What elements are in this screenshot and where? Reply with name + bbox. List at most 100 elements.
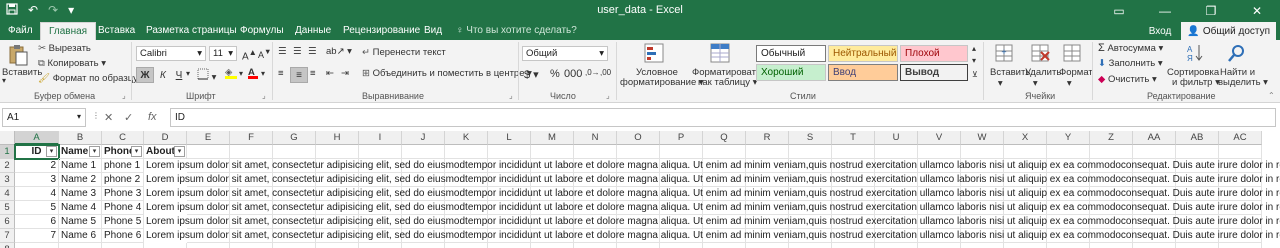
column-header-ac[interactable]: AC <box>1219 131 1262 145</box>
empty-cell[interactable] <box>531 145 574 159</box>
close-icon[interactable]: ✕ <box>1234 0 1280 22</box>
empty-cell[interactable] <box>918 243 961 248</box>
column-header-e[interactable]: E <box>187 131 230 145</box>
empty-cell[interactable] <box>102 243 144 248</box>
empty-cell[interactable] <box>1176 145 1219 159</box>
about-cell[interactable]: Lorem ipsum dolor sit amet, consectetur … <box>146 187 1280 201</box>
about-cell[interactable]: Lorem ipsum dolor sit amet, consectetur … <box>146 201 1280 215</box>
id-cell[interactable]: 6 <box>15 215 59 229</box>
column-header-x[interactable]: X <box>1004 131 1047 145</box>
name-cell[interactable]: Name 3 <box>59 187 102 201</box>
row-header-3[interactable]: 3 <box>0 173 15 187</box>
align-center-icon[interactable]: ≡ <box>290 67 308 83</box>
font-name-select[interactable]: Calibri ▾ <box>136 46 206 61</box>
column-header-q[interactable]: Q <box>703 131 746 145</box>
column-header-w[interactable]: W <box>961 131 1004 145</box>
tab-file[interactable]: Файл <box>8 25 33 36</box>
empty-cell[interactable] <box>531 243 574 248</box>
number-launcher-icon[interactable]: ⌟ <box>606 91 610 100</box>
empty-cell[interactable] <box>617 243 660 248</box>
merge-center-button[interactable]: ⊞ Объединить и поместить в центре ▾ <box>362 68 532 79</box>
empty-cell[interactable] <box>402 243 445 248</box>
number-format-select[interactable]: Общий ▾ <box>522 46 608 61</box>
paste-label[interactable]: Вставить <box>2 67 42 78</box>
about-cell[interactable]: Lorem ipsum dolor sit amet, consectetur … <box>146 159 1280 173</box>
tab-page-layout[interactable]: Разметка страницы <box>146 25 237 36</box>
name-cell[interactable]: Name 1 <box>59 159 102 173</box>
format-table-icon[interactable] <box>710 43 730 66</box>
orientation-icon[interactable]: ab↗ ▾ <box>326 46 352 57</box>
row-header-2[interactable]: 2 <box>0 159 15 173</box>
cancel-icon[interactable]: ✕ <box>104 111 113 124</box>
percent-icon[interactable]: % <box>550 68 560 80</box>
font-color-dropdown-icon[interactable]: ▾ <box>261 69 265 78</box>
phone-cell[interactable]: Phone 5 <box>102 215 144 229</box>
font-launcher-icon[interactable]: ⌟ <box>262 91 266 100</box>
empty-cell[interactable] <box>316 145 359 159</box>
empty-cell[interactable] <box>230 243 273 248</box>
decrease-decimal-icon[interactable]: ,00 <box>600 68 611 77</box>
tab-home[interactable]: Главная <box>40 22 97 40</box>
find-select-icon[interactable] <box>1226 43 1246 66</box>
find-select-label[interactable]: выделить ▾ <box>1218 77 1268 88</box>
empty-cell[interactable] <box>918 145 961 159</box>
name-cell[interactable]: Name 2 <box>59 173 102 187</box>
cut-button[interactable]: ✂ Вырезать <box>38 43 91 54</box>
column-header-aa[interactable]: AA <box>1133 131 1176 145</box>
wrap-text-button[interactable]: ↵ Перенести текст <box>362 47 446 58</box>
format-table-label[interactable]: как таблицу ▾ <box>698 77 757 88</box>
cell-d1[interactable]: About ▾ <box>144 145 187 159</box>
font-size-select[interactable]: 11 ▾ <box>209 46 237 61</box>
empty-cell[interactable] <box>789 145 832 159</box>
empty-cell[interactable] <box>359 243 402 248</box>
tab-review[interactable]: Рецензирование <box>343 25 420 36</box>
sort-filter-icon[interactable]: AЯ <box>1185 43 1205 66</box>
empty-cell[interactable] <box>1047 145 1090 159</box>
phone-cell[interactable]: Phone 4 <box>102 201 144 215</box>
column-header-d[interactable]: D <box>144 131 187 145</box>
column-header-f[interactable]: F <box>230 131 273 145</box>
sort-filter-label[interactable]: и фильтр ▾ <box>1172 77 1220 88</box>
column-header-t[interactable]: T <box>832 131 875 145</box>
about-cell[interactable]: Lorem ipsum dolor sit amet, consectetur … <box>146 229 1280 243</box>
column-header-v[interactable]: V <box>918 131 961 145</box>
conditional-format-icon[interactable] <box>644 43 664 66</box>
empty-cell[interactable] <box>488 145 531 159</box>
minimize-icon[interactable]: — <box>1142 0 1188 22</box>
grow-font-icon[interactable]: A▲ <box>242 47 257 62</box>
empty-cell[interactable] <box>187 145 230 159</box>
style-neutral[interactable]: Нейтральный <box>828 45 898 62</box>
column-header-s[interactable]: S <box>789 131 832 145</box>
name-cell[interactable]: Name 4 <box>59 201 102 215</box>
empty-cell[interactable] <box>445 243 488 248</box>
empty-cell[interactable] <box>660 145 703 159</box>
decrease-indent-icon[interactable]: ⇤ <box>326 68 334 79</box>
empty-cell[interactable] <box>832 145 875 159</box>
row-header-5[interactable]: 5 <box>0 201 15 215</box>
empty-cell[interactable] <box>617 145 660 159</box>
fill-color-icon[interactable]: ◈ <box>225 67 237 79</box>
column-header-p[interactable]: P <box>660 131 703 145</box>
empty-cell[interactable] <box>144 243 187 248</box>
empty-cell[interactable] <box>488 243 531 248</box>
column-header-n[interactable]: N <box>574 131 617 145</box>
font-color-icon[interactable]: A <box>248 67 258 79</box>
fill-button[interactable]: ⬇ Заполнить ▾ <box>1098 58 1163 69</box>
align-left-icon[interactable]: ≡ <box>278 68 284 79</box>
empty-cell[interactable] <box>1004 145 1047 159</box>
column-header-l[interactable]: L <box>488 131 531 145</box>
row-header-6[interactable]: 6 <box>0 215 15 229</box>
align-bottom-icon[interactable]: ☰ <box>308 46 317 57</box>
clipboard-launcher-icon[interactable]: ⌟ <box>122 91 126 100</box>
cell-c1[interactable]: Phone ▾ <box>102 145 144 159</box>
empty-cell[interactable] <box>1133 145 1176 159</box>
currency-icon[interactable]: $ ▾ <box>524 68 539 81</box>
column-header-u[interactable]: U <box>875 131 918 145</box>
filter-dropdown-icon[interactable]: ▾ <box>131 146 142 157</box>
formula-input[interactable]: ID <box>170 108 1276 127</box>
id-cell[interactable]: 4 <box>15 187 59 201</box>
increase-decimal-icon[interactable]: ,0→ <box>585 68 600 77</box>
style-output[interactable]: Вывод <box>900 64 968 81</box>
paste-button[interactable] <box>4 44 32 66</box>
empty-cell[interactable] <box>1090 243 1133 248</box>
